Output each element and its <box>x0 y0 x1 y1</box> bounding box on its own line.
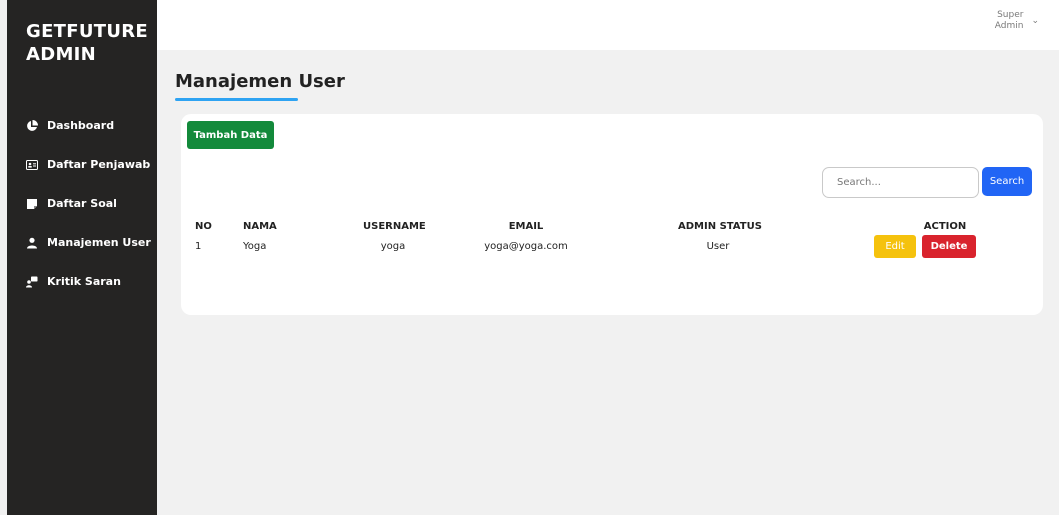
id-card-icon <box>26 159 38 171</box>
sidebar-item-label: Manajemen User <box>47 236 151 249</box>
note-icon <box>26 198 38 210</box>
brand-logo[interactable]: GETFUTURE ADMIN <box>26 20 148 66</box>
search-input[interactable] <box>822 167 979 198</box>
page-title: Manajemen User <box>175 71 345 92</box>
brand-line-2: ADMIN <box>26 44 97 65</box>
sidebar-item-label: Daftar Soal <box>47 197 117 210</box>
user-name-line-1: Super <box>997 10 1024 20</box>
sidebar-item-dashboard[interactable]: Dashboard <box>26 106 156 145</box>
sidebar-item-daftar-soal[interactable]: Daftar Soal <box>26 184 156 223</box>
header-action: ACTION <box>923 221 967 232</box>
delete-button[interactable]: Delete <box>922 235 976 258</box>
cell-username: yoga <box>380 241 406 252</box>
add-data-button[interactable]: Tambah Data <box>187 121 274 149</box>
title-underline <box>175 98 298 101</box>
sidebar-item-daftar-penjawab[interactable]: Daftar Penjawab <box>26 145 156 184</box>
sidebar-item-manajemen-user[interactable]: Manajemen User <box>26 223 156 262</box>
sidebar-item-label: Daftar Penjawab <box>47 158 151 171</box>
search-button[interactable]: Search <box>982 167 1032 196</box>
user-name-line-2: Admin <box>994 21 1024 31</box>
user-table-card: Tambah Data Search NO NAMA USERNAME EMAI… <box>181 114 1043 315</box>
header-username: USERNAME <box>363 221 426 232</box>
header-no: NO <box>195 221 212 232</box>
cell-admin-status: User <box>706 241 730 252</box>
cell-nama: Yoga <box>243 241 267 252</box>
sidebar-nav: Dashboard Daftar Penjawab Daftar Soal Ma… <box>26 106 156 301</box>
user-name: Super Admin <box>995 10 1024 32</box>
top-bar: Super Admin ⌄ <box>157 0 1059 50</box>
chevron-down-icon: ⌄ <box>1031 16 1039 26</box>
cell-email: yoga@yoga.com <box>484 241 568 252</box>
user-menu[interactable]: Super Admin ⌄ <box>995 10 1039 32</box>
header-nama: NAMA <box>243 221 277 232</box>
sidebar-item-kritik-saran[interactable]: Kritik Saran <box>26 262 156 301</box>
sidebar: GETFUTURE ADMIN Dashboard Daftar Penjawa… <box>7 0 157 515</box>
cell-no: 1 <box>195 241 202 252</box>
header-admin-status: ADMIN STATUS <box>678 221 762 232</box>
pie-chart-icon <box>26 119 38 132</box>
sidebar-item-label: Kritik Saran <box>47 275 121 288</box>
edit-button[interactable]: Edit <box>874 235 916 258</box>
user-icon <box>26 237 38 249</box>
chat-icon <box>26 276 38 288</box>
brand-line-1: GETFUTURE <box>26 21 149 42</box>
sidebar-item-label: Dashboard <box>47 119 115 132</box>
header-email: EMAIL <box>508 221 544 232</box>
